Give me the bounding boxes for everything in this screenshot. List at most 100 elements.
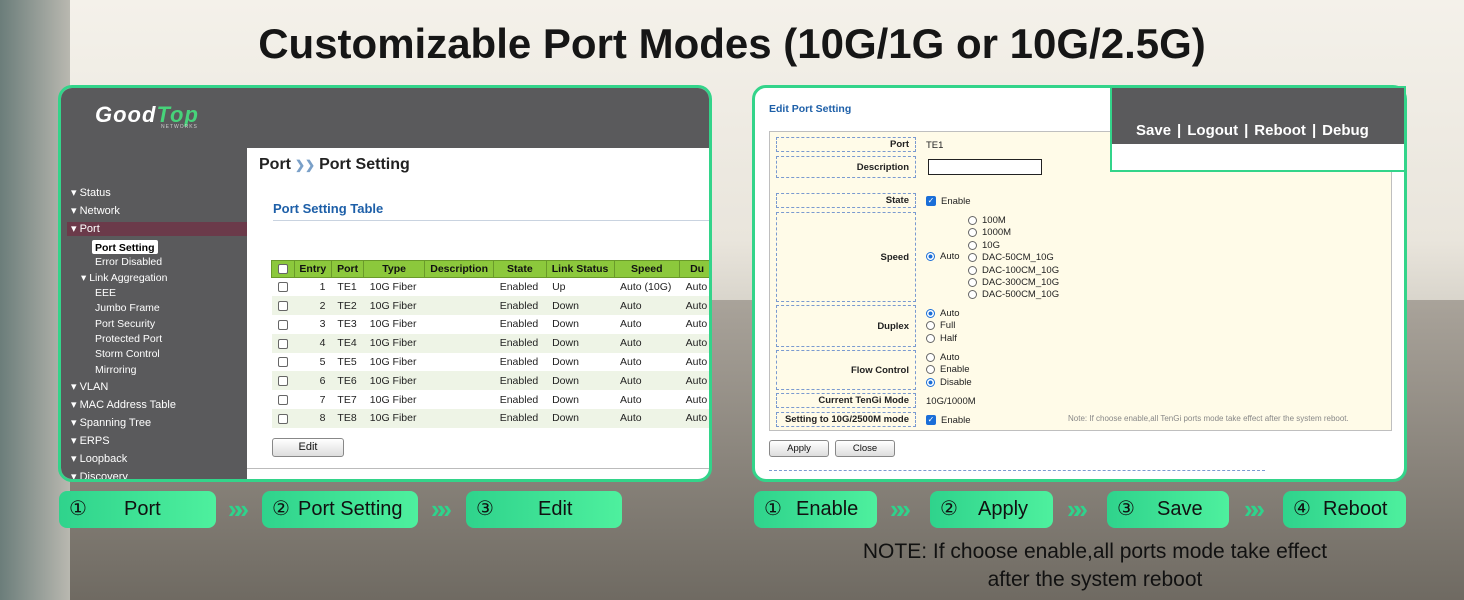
table-cell-state: Enabled: [493, 333, 547, 353]
speed-radio-dac-300cm-10g[interactable]: DAC-300CM_10G: [968, 277, 1059, 288]
top-link-reboot[interactable]: Reboot: [1254, 122, 1306, 139]
table-row[interactable]: 6 TE6 10G Fiber Enabled Down Auto Auto: [271, 371, 709, 391]
flow-option-label: Enable: [940, 364, 970, 376]
table-row[interactable]: 1 TE1 10G Fiber Enabled Up Auto (10G) Auto: [272, 278, 710, 297]
speed-radio-100m[interactable]: 100M: [968, 215, 1006, 226]
current-tengi-mode-label: Current TenGi Mode: [776, 393, 916, 408]
duplex-option-label: Half: [940, 332, 957, 344]
table-cell-entry: 8: [294, 409, 332, 428]
sidebar-subitem-port-setting[interactable]: Port Setting: [92, 240, 158, 254]
row-select-cell[interactable]: [271, 333, 295, 353]
sidebar-item-label: Port: [79, 223, 100, 235]
row-select-cell[interactable]: [272, 353, 295, 372]
top-links-bar: Save | Logout | Reboot | Debug: [1112, 88, 1404, 144]
sidebar-item-discovery[interactable]: ▾ Discovery: [71, 470, 128, 482]
row-select-cell[interactable]: [271, 409, 295, 428]
sidebar-subitem-storm-control[interactable]: Storm Control: [95, 347, 160, 361]
row-checkbox[interactable]: [277, 394, 288, 405]
radio-selected-icon: [926, 308, 935, 318]
port-setting-screen: GoodTop NETWORKS ▾ Status ▾ Network ▾ Port…: [58, 85, 712, 482]
sidebar-subitem-jumbo-frame[interactable]: Jumbo Frame: [95, 301, 160, 315]
duplex-radio-half[interactable]: Half: [926, 333, 957, 344]
table-row[interactable]: 4 TE4 10G Fiber Enabled Down Auto Auto: [271, 333, 709, 353]
table-cell-port: TE8: [331, 409, 364, 428]
row-checkbox[interactable]: [277, 282, 288, 293]
close-button[interactable]: Close: [835, 440, 895, 457]
sidebar-item-vlan[interactable]: ▾ VLAN: [71, 380, 108, 394]
sidebar-subitem-protected-port[interactable]: Protected Port: [95, 332, 162, 346]
sidebar-item-loopback[interactable]: ▾ Loopback: [71, 452, 127, 466]
sidebar-subitem-error-disabled[interactable]: Error Disabled: [95, 255, 162, 269]
table-row[interactable]: 2 TE2 10G Fiber Enabled Down Auto Auto: [271, 296, 709, 316]
table-row[interactable]: 5 TE5 10G Fiber Enabled Down Auto Auto: [272, 353, 710, 372]
row-select-cell[interactable]: [272, 315, 295, 334]
row-checkbox[interactable]: [277, 338, 288, 349]
table-row[interactable]: 7 TE7 10G Fiber Enabled Down Auto Auto: [272, 390, 710, 409]
table-cell-port: TE3: [337, 318, 357, 331]
apply-button[interactable]: Apply: [769, 440, 829, 457]
radio-icon: [926, 333, 935, 343]
sidebar-item-label: Discovery: [79, 471, 128, 482]
speed-auto-radio[interactable]: Auto: [926, 251, 960, 262]
sidebar-subitem-link-aggregation[interactable]: ▾ Link Aggregation: [81, 271, 167, 285]
column-header-port: Port: [330, 260, 365, 278]
table-cell-port: TE6: [331, 371, 364, 391]
title-divider: [273, 220, 709, 221]
speed-radio-dac-500cm-10g[interactable]: DAC-500CM_10G: [968, 289, 1059, 300]
row-checkbox[interactable]: [277, 376, 288, 387]
sidebar-item-network[interactable]: ▾ Network: [71, 204, 120, 218]
duplex-radio-full[interactable]: Full: [926, 320, 955, 331]
table-cell-type: 10G Fiber: [363, 409, 425, 428]
flow-radio-disable[interactable]: Disable: [926, 377, 972, 388]
duplex-radio-auto[interactable]: Auto: [926, 308, 960, 319]
sidebar-item-mac-address-table[interactable]: ▾ MAC Address Table: [71, 398, 176, 412]
table-cell-description: [425, 315, 494, 334]
row-select-cell[interactable]: [271, 371, 295, 391]
top-link-logout[interactable]: Logout: [1187, 122, 1238, 139]
bottom-divider: [247, 468, 709, 469]
table-cell-entry: 7: [319, 393, 326, 406]
table-cell-type: 10G Fiber: [369, 318, 417, 331]
sidebar-item-spanning-tree[interactable]: ▾ Spanning Tree: [71, 416, 151, 430]
speed-radio-dac-50cm-10g[interactable]: DAC-50CM_10G: [968, 252, 1054, 263]
sidebar-subitem-eee[interactable]: EEE: [95, 286, 116, 300]
sidebar-subitem-mirroring[interactable]: Mirroring: [95, 363, 136, 377]
flow-radio-auto[interactable]: Auto: [926, 352, 960, 363]
checkbox-check-icon: ✓: [926, 415, 936, 426]
flow-control-label: Flow Control: [776, 350, 916, 390]
top-link-debug[interactable]: Debug: [1322, 122, 1369, 139]
top-link-save[interactable]: Save: [1136, 122, 1171, 139]
state-checkbox[interactable]: ✓ Enable: [926, 196, 971, 207]
table-cell-state: Enabled: [499, 318, 539, 331]
logo-main-text: Good: [95, 102, 157, 127]
sidebar-item-port[interactable]: ▾ Port: [67, 222, 247, 236]
table-row[interactable]: 3 TE3 10G Fiber Enabled Down Auto Auto: [272, 315, 710, 334]
speed-radio-1000m[interactable]: 1000M: [968, 227, 1011, 238]
breadcrumb-root[interactable]: Port: [259, 156, 291, 173]
row-select-cell[interactable]: [272, 278, 295, 297]
sidebar-item-status[interactable]: ▾ Status: [71, 186, 111, 200]
reboot-note: NOTE: If choose enable,all ports mode ta…: [790, 538, 1400, 594]
sidebar-item-erps[interactable]: ▾ ERPS: [71, 434, 110, 448]
select-all-header[interactable]: [271, 260, 295, 278]
speed-radio-dac-100cm-10g[interactable]: DAC-100CM_10G: [968, 265, 1059, 276]
edit-button[interactable]: Edit: [272, 438, 344, 457]
row-select-cell[interactable]: [271, 296, 295, 316]
table-row[interactable]: 8 TE8 10G Fiber Enabled Down Auto Auto: [271, 409, 709, 428]
setting-mode-checkbox[interactable]: ✓ Enable: [926, 415, 971, 426]
row-checkbox[interactable]: [277, 300, 288, 311]
row-checkbox[interactable]: [277, 319, 288, 330]
speed-radio-10g[interactable]: 10G: [968, 240, 1000, 251]
row-checkbox[interactable]: [277, 413, 288, 424]
flow-radio-enable[interactable]: Enable: [926, 364, 970, 375]
column-header-state: State: [493, 260, 547, 278]
duplex-label: Duplex: [776, 305, 916, 347]
description-input[interactable]: [928, 159, 1042, 175]
table-cell-speed: Auto: [614, 371, 680, 391]
table-cell-speed: Auto: [620, 393, 642, 406]
row-checkbox[interactable]: [277, 357, 288, 368]
row-select-cell[interactable]: [272, 390, 295, 409]
sidebar-subitem-port-security[interactable]: Port Security: [95, 317, 155, 331]
select-all-checkbox[interactable]: [277, 264, 288, 275]
setting-mode-option-label: Enable: [941, 415, 971, 426]
